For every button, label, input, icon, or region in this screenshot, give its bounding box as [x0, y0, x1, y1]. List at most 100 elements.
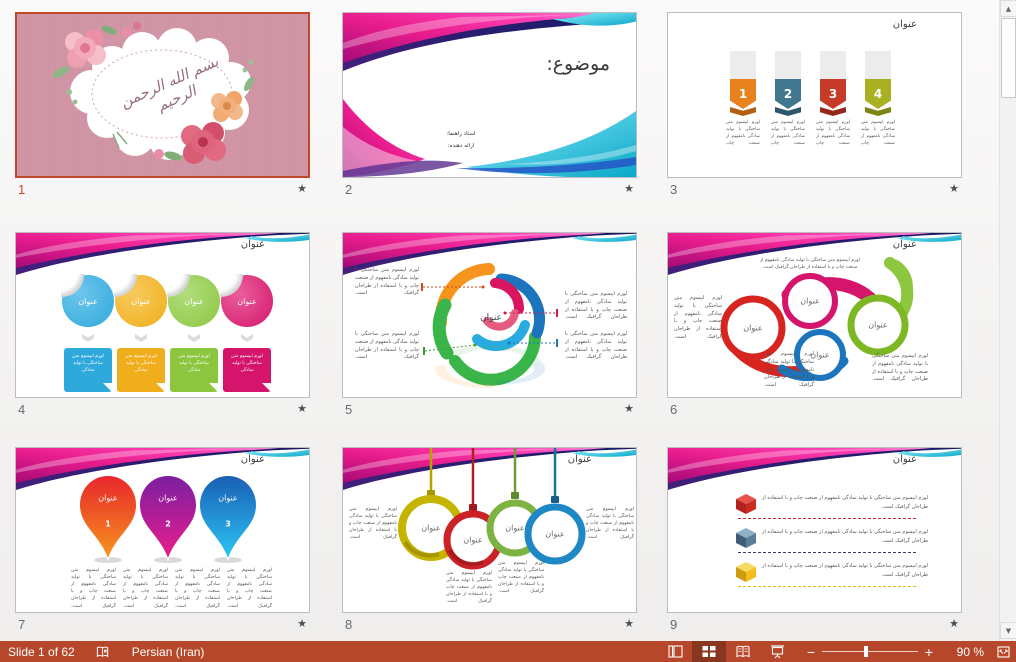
- slide4-title: عنوان: [241, 239, 265, 250]
- slide9-text-3: لورم ایپسوم متن ساختگی با تولید سادگی نا…: [760, 562, 928, 579]
- slide7-pin-label-2: عنوان: [158, 494, 177, 503]
- slide-number-4: 4: [18, 402, 25, 417]
- slide7-text-1: لورم ایپسوم متن ساختگی با تولید سادگی نا…: [71, 567, 116, 610]
- slide8-text-bottom-2: لورم ایپسوم متن ساختگی با تولید سادگی نا…: [498, 560, 544, 596]
- slide-sorter-icon: [702, 645, 716, 658]
- slide-sorter-view-button[interactable]: [692, 641, 726, 662]
- zoom-slider-track: [822, 651, 918, 652]
- slide5-text-bottom-right: لورم ایپسوم متن ساختگی با تولید سادگی نا…: [565, 331, 627, 362]
- step-text: لورم ایپسوم متن ساختگی با تولید سادگی نا…: [816, 120, 850, 148]
- slide-thumbnail-1[interactable]: بسم الله الرحمن الرحیم: [15, 12, 310, 178]
- slide-thumbnail-7[interactable]: عنوان عنوان عنوان عنوان 1 2 3 لورم ایپسو…: [15, 447, 310, 613]
- slide-thumbnail-2[interactable]: موضوع: استاد راهنما: ارائه دهنده:: [342, 12, 637, 178]
- slide8-text-bottom-1: لورم ایپسوم متن ساختگی با تولید سادگی نا…: [446, 570, 492, 606]
- slide7-text-2: لورم ایپسوم متن ساختگی با تولید سادگی نا…: [123, 567, 168, 610]
- note-text: لورم ایپسوم متن ساختگی با تولید سادگی: [72, 354, 104, 373]
- slide2-subject-title: موضوع:: [546, 53, 610, 75]
- slide4-sticker-circle-green: عنوان: [168, 275, 220, 327]
- slide3-step-3: 3 لورم ایپسوم متن ساختگی با تولید سادگی …: [816, 51, 850, 148]
- note-text: لورم ایپسوم متن ساختگی با تولید سادگی: [125, 354, 157, 373]
- slide3-step-1: 1 لورم ایپسوم متن ساختگی با تولید سادگی …: [726, 51, 760, 148]
- cube-icon-yellow: [734, 560, 758, 584]
- chevron-down-icon: [241, 334, 253, 342]
- slide4-note-green: لورم ایپسوم متن ساختگی با تولید سادگی: [170, 348, 218, 392]
- slide7-pin-label-1: عنوان: [98, 494, 117, 503]
- fit-to-window-icon: [996, 645, 1011, 659]
- slide6-ring-label-pink: عنوان: [800, 297, 819, 306]
- slide7-pin-number-1: 1: [105, 520, 111, 529]
- scrollbar-thumb[interactable]: [1001, 18, 1016, 98]
- slide-number-9: 9: [670, 617, 677, 632]
- step-number: 3: [829, 87, 837, 101]
- scroll-down-icon: ▼: [1006, 627, 1011, 635]
- scroll-down-button[interactable]: ▼: [1000, 622, 1016, 639]
- zoom-percentage[interactable]: 90 %: [942, 645, 984, 659]
- reading-view-icon: [735, 645, 751, 658]
- slide-thumbnail-3[interactable]: عنوان 1 لورم ایپسوم متن ساختگی با تولید …: [667, 12, 962, 178]
- slideshow-icon: [770, 645, 785, 659]
- sticker-label: عنوان: [78, 297, 97, 306]
- step-number: 4: [874, 87, 882, 101]
- sticker-label: عنوان: [237, 297, 256, 306]
- slide4-sticker-circle-yellow: عنوان: [115, 275, 167, 327]
- slide8-ornament-label-red: عنوان: [463, 536, 482, 545]
- slide6-text-bottom-center: لورم ایپسوم متن ساختگی با تولید سادگی نا…: [764, 351, 814, 390]
- zoom-out-button[interactable]: −: [802, 644, 820, 660]
- header-wave-graphic: [16, 233, 309, 275]
- slide2-presenter-line: ارائه دهنده:: [425, 141, 497, 153]
- slide-number-8: 8: [345, 617, 352, 632]
- zoom-slider-thumb[interactable]: [864, 646, 868, 657]
- slide-thumbnail-4[interactable]: عنوان عنوان عنوان عنوان عنوان لورم ایپسو…: [15, 232, 310, 398]
- language-indicator[interactable]: Persian (Iran): [132, 645, 205, 659]
- animation-indicator-icon: ★: [624, 404, 634, 415]
- animation-indicator-icon: ★: [297, 404, 307, 415]
- slide-thumbnail-9[interactable]: عنوان لورم ایپسوم متن ساختگی با تولید سا…: [667, 447, 962, 613]
- reading-view-button[interactable]: [726, 641, 760, 662]
- slide-number-7: 7: [18, 617, 25, 632]
- slide3-step-4: 4 لورم ایپسوم متن ساختگی با تولید سادگی …: [861, 51, 895, 148]
- slide8-ornament-label-green: عنوان: [505, 524, 524, 533]
- slideshow-view-button[interactable]: [760, 641, 794, 662]
- scroll-up-button[interactable]: ▲: [1000, 0, 1016, 17]
- slide9-text-2: لورم ایپسوم متن ساختگی با تولید سادگی نا…: [760, 528, 928, 545]
- note-text: لورم ایپسوم متن ساختگی با تولید سادگی: [178, 354, 210, 373]
- cube-icon-blue: [734, 526, 758, 550]
- slide7-pin-number-2: 2: [165, 520, 171, 529]
- zoom-slider[interactable]: [820, 641, 920, 662]
- slide8-text-right: لورم ایپسوم متن ساختگی با تولید سادگی نا…: [586, 506, 634, 542]
- slide-thumbnail-6[interactable]: عنوان عنوان عنوان عنوان عنوان لورم ایپسو…: [667, 232, 962, 398]
- slide9-divider-yellow: [738, 586, 916, 587]
- slide5-text-bottom-left: لورم ایپسوم متن ساختگی با تولید سادگی نا…: [355, 331, 419, 362]
- chevron-down-icon: [188, 334, 200, 342]
- slide5-text-top-left: لورم ایپسوم متن ساختگی با تولید سادگی نا…: [355, 267, 419, 298]
- header-wave-graphic: [668, 448, 961, 490]
- step-text: لورم ایپسوم متن ساختگی با تولید سادگی نا…: [771, 120, 805, 148]
- slide3-step-2: 2 لورم ایپسوم متن ساختگی با تولید سادگی …: [771, 51, 805, 148]
- vertical-scrollbar[interactable]: ▲ ▼: [999, 0, 1016, 641]
- cube-icon-red: [734, 492, 758, 516]
- slide-thumbnail-8[interactable]: عنوان عنوان عنوان: [342, 447, 637, 613]
- zoom-in-button[interactable]: +: [920, 644, 938, 660]
- animation-indicator-icon: ★: [949, 619, 959, 630]
- slide9-divider-dark: [738, 552, 916, 553]
- slide2-credits: استاد راهنما: ارائه دهنده:: [425, 129, 497, 152]
- fit-slide-to-window-button[interactable]: [992, 641, 1014, 662]
- slide-counter[interactable]: Slide 1 of 62: [8, 645, 75, 659]
- slide-number-1: 1: [18, 182, 25, 197]
- slide3-title: عنوان: [893, 19, 917, 30]
- proofing-errors-button[interactable]: [95, 645, 110, 659]
- sticker-label: عنوان: [184, 297, 203, 306]
- chevron-down-icon: [135, 334, 147, 342]
- slide-number-6: 6: [670, 402, 677, 417]
- slide7-pin-label-3: عنوان: [218, 494, 237, 503]
- slide-sorter-canvas[interactable]: بسم الله الرحمن الرحیم 1 ★: [0, 0, 999, 641]
- step-text: لورم ایپسوم متن ساختگی با تولید سادگی نا…: [861, 120, 895, 148]
- slide-thumbnail-5[interactable]: عنوان لورم ایپسوم متن ساختگی با تولید سا…: [342, 232, 637, 398]
- normal-view-button[interactable]: [658, 641, 692, 662]
- step-number: 1: [739, 87, 747, 101]
- slide4-sticker-circle-magenta: عنوان: [221, 275, 273, 327]
- animation-indicator-icon: ★: [624, 184, 634, 195]
- slide6-text-bottom-right: لورم ایپسوم متن ساختگی با تولید سادگی نا…: [872, 353, 928, 384]
- slide7-pin-number-3: 3: [225, 520, 231, 529]
- slide6-ring-label-green: عنوان: [868, 321, 887, 330]
